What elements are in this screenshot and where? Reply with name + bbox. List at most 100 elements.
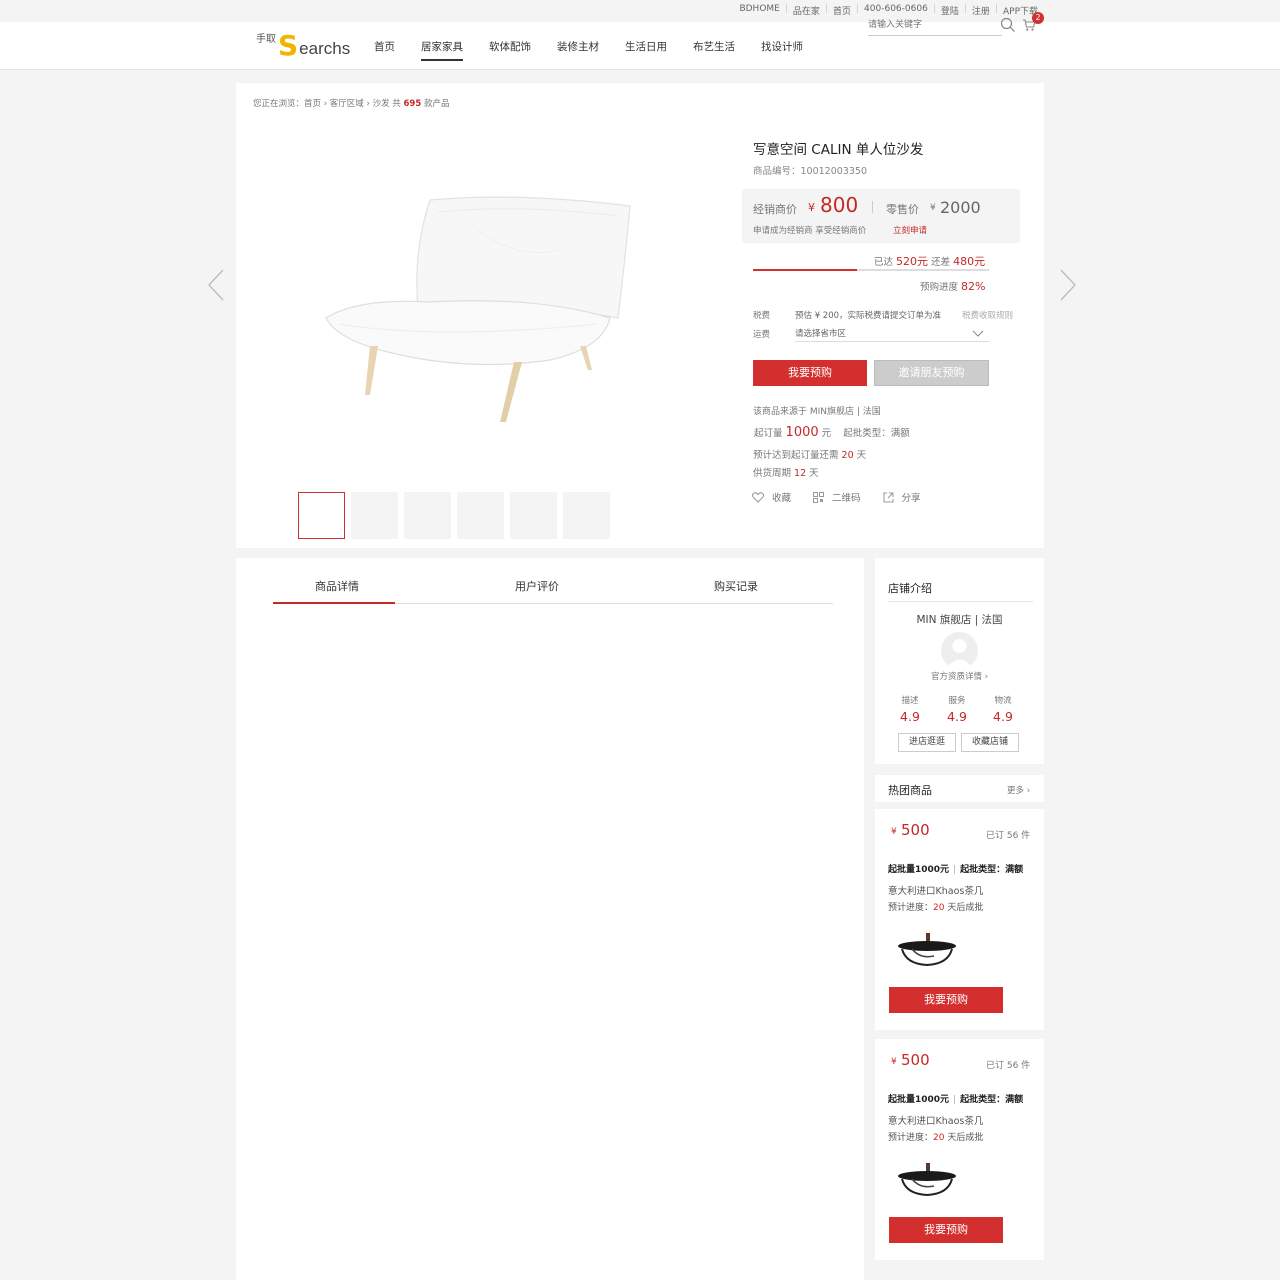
tax-estimate: 预估 ¥ 200，实际税费请提交订单为准	[795, 311, 942, 321]
preorder-progress-fill	[753, 269, 857, 271]
product-actions: 收藏 二维码 分享	[752, 490, 943, 504]
card-batch-info: 起批量1000元 | 起批类型：满额	[888, 865, 1024, 875]
preorder-progress: 预购进度 82%	[920, 280, 986, 293]
avatar-icon	[946, 639, 973, 669]
favorite-shop-button[interactable]: 收藏店铺	[961, 733, 1019, 752]
nav-item-designer[interactable]: 找设计师	[761, 22, 803, 70]
card-product-image[interactable]	[896, 1162, 958, 1198]
invite-friends-button[interactable]: 邀请朋友预购	[874, 360, 989, 386]
logo-text: earchs	[299, 39, 351, 58]
card-product-name[interactable]: 意大利进口Khaos茶几	[888, 883, 983, 897]
nav-item-daily[interactable]: 生活日用	[625, 22, 667, 70]
eta-line: 预计达到起订量还需 20 天	[753, 450, 867, 461]
logo-cn: 手取	[256, 34, 276, 45]
top-link-pinzaijia[interactable]: 品在家	[793, 4, 820, 17]
top-utility-bar: BDHOME | 品在家 | 首页 | 400-606-0606 | 登陆 | 注册 | A…	[0, 0, 1280, 22]
shipping-label: 运费	[753, 330, 771, 340]
retail-price-currency: ¥	[930, 203, 936, 213]
dealer-note: 申请成为经销商 享受经销商价	[753, 226, 867, 236]
hot-deals-title: 热团商品	[888, 784, 932, 797]
nav-item-furniture[interactable]: 居家家具	[421, 22, 463, 70]
site-logo[interactable]: 手取 S earchs	[256, 32, 350, 60]
preorder-progress-bar	[753, 269, 989, 271]
rating-desc-value: 4.9	[900, 709, 920, 724]
apply-dealer-link[interactable]: 立刻申请	[893, 224, 927, 236]
nav-item-fabric[interactable]: 布艺生活	[693, 22, 735, 70]
thumbnail-1[interactable]	[298, 492, 345, 539]
nav-item-materials[interactable]: 装修主材	[557, 22, 599, 70]
product-main-image	[325, 196, 631, 422]
dealer-price: 800	[820, 193, 859, 217]
nav-item-home[interactable]: 首页	[374, 22, 395, 70]
product-code: 商品编号：10012003350	[753, 166, 867, 177]
breadcrumb-count: 695	[403, 99, 422, 109]
tax-label: 税费	[753, 311, 771, 321]
shop-name[interactable]: MIN 旗舰店 | 法国	[875, 612, 1044, 627]
thumbnail-6[interactable]	[563, 492, 610, 539]
tab-details[interactable]: 商品详情	[273, 578, 401, 594]
active-tab-indicator	[273, 602, 395, 604]
cycle-days: 12	[794, 468, 807, 479]
search-input[interactable]	[868, 16, 988, 30]
detail-panel	[236, 558, 864, 1280]
tab-purchase-records[interactable]: 购买记录	[672, 578, 800, 594]
region-select[interactable]: 请选择省市区	[795, 326, 989, 342]
rating-service-value: 4.9	[947, 709, 967, 724]
card-currency: ¥	[891, 1057, 897, 1067]
site-header: 手取 S earchs 首页 居家家具 软体配饰 装修主材 生活日用 布艺生活 …	[0, 22, 1280, 70]
thumbnail-5[interactable]	[510, 492, 557, 539]
main-nav: 首页 居家家具 软体配饰 装修主材 生活日用 布艺生活 找设计师	[374, 22, 829, 70]
card-preorder-button[interactable]: 我要预购	[889, 1217, 1003, 1243]
tab-reviews[interactable]: 用户评价	[473, 578, 601, 594]
card-product-name[interactable]: 意大利进口Khaos茶几	[888, 1113, 983, 1127]
search-box	[868, 16, 1002, 36]
product-title: 写意空间 CALIN 单人位沙发	[753, 142, 924, 158]
breadcrumb: 您正在浏览：首页 › 客厅区域 › 沙发 共 695 款产品	[253, 97, 449, 109]
card-product-image[interactable]	[896, 932, 958, 968]
chevron-left-icon[interactable]	[206, 268, 226, 302]
product-source: 该商品来源于 MIN旗舰店 | 法国	[753, 407, 881, 417]
batch-type: 起批类型：满额	[843, 428, 910, 439]
search-icon[interactable]	[1000, 17, 1016, 33]
share-action[interactable]: 分享	[883, 490, 921, 504]
top-link-bdhome[interactable]: BDHOME	[739, 4, 779, 17]
thumbnail-4[interactable]	[457, 492, 504, 539]
qrcode-icon	[813, 491, 825, 503]
chevron-right-icon[interactable]	[1058, 268, 1078, 302]
cart-count-badge: 2	[1032, 12, 1044, 24]
card-progress: 预计进度：20 天后成批	[888, 1133, 984, 1143]
price-divider	[872, 201, 873, 213]
card-preorder-button[interactable]: 我要预购	[889, 987, 1003, 1013]
hot-deals-more-link[interactable]: 更多 ›	[1007, 784, 1030, 796]
card-sold: 已订 56 件	[986, 831, 1031, 841]
chevron-down-icon[interactable]	[972, 330, 984, 337]
qrcode-action[interactable]: 二维码	[813, 490, 861, 504]
breadcrumb-path[interactable]: 您正在浏览：首页 › 客厅区域 › 沙发 共	[253, 99, 401, 109]
retail-price-label: 零售价	[886, 203, 919, 216]
minimum-order: 起订量 1000 元 起批类型：满额	[754, 425, 910, 440]
thumbnail-3[interactable]	[404, 492, 451, 539]
thumbnail-2[interactable]	[351, 492, 398, 539]
card-currency: ¥	[891, 827, 897, 837]
logo-s: S	[278, 29, 299, 62]
qualification-link[interactable]: 官方资质详情 ›	[875, 670, 1044, 682]
nav-item-soft-decor[interactable]: 软体配饰	[489, 22, 531, 70]
reached-amount: 520元	[896, 255, 929, 268]
rating-logistics-value: 4.9	[993, 709, 1013, 724]
shop-title: 店铺介绍	[888, 582, 932, 595]
card-price: 500	[901, 1051, 930, 1069]
top-link-home[interactable]: 首页	[833, 4, 851, 17]
thumbnail-strip	[298, 492, 616, 539]
card-price: 500	[901, 821, 930, 839]
avatar	[941, 632, 978, 669]
preorder-button[interactable]: 我要预购	[753, 360, 867, 386]
dealer-price-label: 经销商价	[753, 203, 797, 216]
card-sold: 已订 56 件	[986, 1061, 1031, 1071]
enter-shop-button[interactable]: 进店逛逛	[898, 733, 956, 752]
rating-desc-label: 描述	[901, 696, 919, 706]
preorder-progress-value: 82%	[961, 280, 986, 293]
rating-logistics-label: 物流	[994, 696, 1012, 706]
card-batch-info: 起批量1000元 | 起批类型：满额	[888, 1095, 1024, 1105]
favorite-action[interactable]: 收藏	[752, 490, 791, 504]
tax-rule-link[interactable]: 税费收取规则	[962, 309, 1013, 321]
